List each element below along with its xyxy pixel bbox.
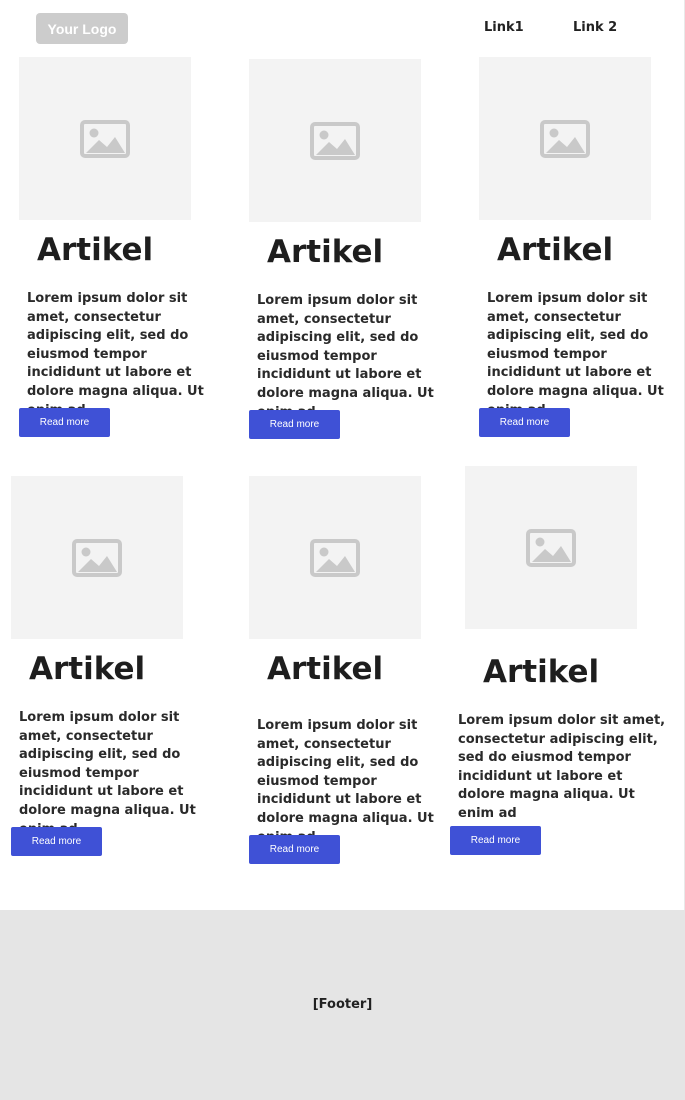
article-card: Artikel Lorem ipsum dolor sit amet, cons… bbox=[249, 59, 469, 459]
article-image bbox=[11, 476, 183, 639]
nav-link-1[interactable]: Link1 bbox=[484, 20, 524, 35]
image-placeholder-icon bbox=[310, 121, 360, 160]
article-text: Lorem ipsum dolor sit amet, consectetur … bbox=[257, 718, 434, 845]
image-placeholder-icon bbox=[310, 538, 360, 577]
article-title: Artikel bbox=[29, 651, 146, 687]
article-card: Artikel Lorem ipsum dolor sit amet, cons… bbox=[19, 57, 239, 457]
article-title: Artikel bbox=[497, 232, 614, 268]
logo[interactable]: Your Logo bbox=[36, 13, 128, 44]
read-more-button[interactable]: Read more bbox=[19, 408, 110, 437]
article-text: Lorem ipsum dolor sit amet, consectetur … bbox=[27, 291, 204, 418]
read-more-button[interactable]: Read more bbox=[249, 835, 340, 864]
image-placeholder-icon bbox=[540, 119, 590, 158]
read-more-button[interactable]: Read more bbox=[11, 827, 102, 856]
article-title: Artikel bbox=[267, 651, 384, 687]
article-image bbox=[19, 57, 191, 220]
footer: [Footer] bbox=[0, 910, 685, 1100]
article-image bbox=[249, 59, 421, 222]
article-text: Lorem ipsum dolor sit amet, consectetur … bbox=[257, 293, 434, 420]
article-image bbox=[465, 466, 637, 629]
article-title: Artikel bbox=[483, 654, 600, 690]
article-title: Artikel bbox=[37, 232, 154, 268]
footer-label: [Footer] bbox=[312, 997, 373, 1012]
article-card: Artikel Lorem ipsum dolor sit amet, cons… bbox=[479, 57, 685, 457]
nav-link-2[interactable]: Link 2 bbox=[573, 20, 617, 35]
article-card: Artikel Lorem ipsum dolor sit amet, cons… bbox=[450, 466, 670, 866]
article-text: Lorem ipsum dolor sit amet, consectetur … bbox=[19, 710, 196, 837]
article-card: Artikel Lorem ipsum dolor sit amet, cons… bbox=[249, 476, 469, 876]
read-more-button[interactable]: Read more bbox=[450, 826, 541, 855]
image-placeholder-icon bbox=[526, 528, 576, 567]
article-card: Artikel Lorem ipsum dolor sit amet, cons… bbox=[11, 476, 231, 876]
image-placeholder-icon bbox=[72, 538, 122, 577]
article-image bbox=[249, 476, 421, 639]
read-more-button[interactable]: Read more bbox=[479, 408, 570, 437]
image-placeholder-icon bbox=[80, 119, 130, 158]
article-text: Lorem ipsum dolor sit amet, consectetur … bbox=[487, 291, 664, 418]
article-title: Artikel bbox=[267, 234, 384, 270]
article-image bbox=[479, 57, 651, 220]
read-more-button[interactable]: Read more bbox=[249, 410, 340, 439]
article-text: Lorem ipsum dolor sit amet, consectetur … bbox=[458, 713, 666, 821]
